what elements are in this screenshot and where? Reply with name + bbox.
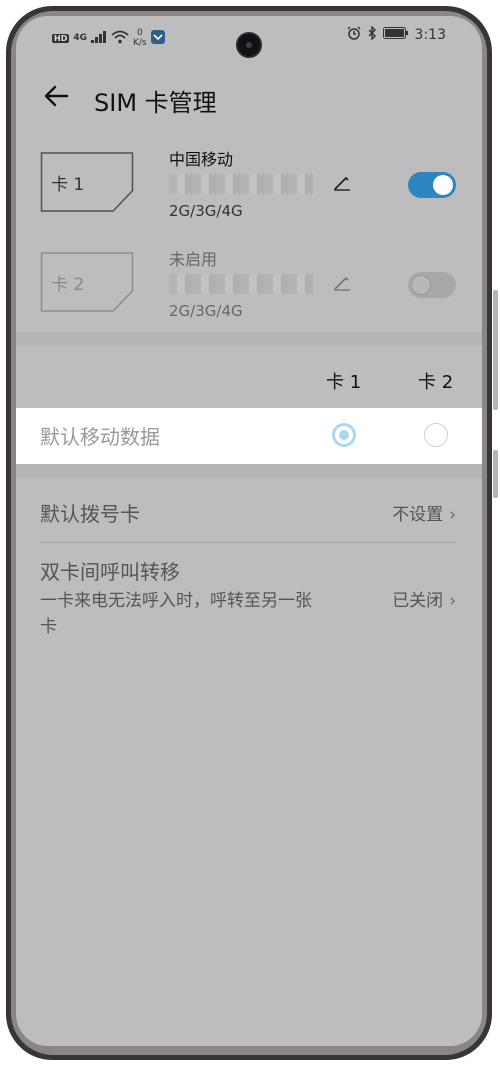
sim-1-network: 2G/3G/4G (169, 202, 243, 220)
clock: 3:13 (414, 27, 446, 43)
setting-value-text: 不设置 (392, 505, 444, 525)
setting-title: 默认拨号卡 (40, 502, 140, 526)
sim-1-number-redacted (169, 174, 313, 194)
setting-value-text: 已关闭 (392, 591, 444, 611)
column-header-card1: 卡 1 (326, 372, 362, 393)
edit-pencil-icon[interactable] (332, 272, 352, 297)
bluetooth-icon (367, 25, 377, 44)
network-type: 4G (73, 33, 87, 43)
alarm-icon (347, 26, 361, 44)
speed-value: 0 (136, 28, 143, 38)
divider (40, 542, 456, 543)
speed-indicator: 0 K/s (133, 28, 147, 48)
speed-unit: K/s (133, 38, 147, 48)
sim-2-network: 2G/3G/4G (169, 302, 243, 320)
power-button (493, 450, 498, 498)
sim-row-1: 卡 1 中国移动 2G/3G/4G (16, 142, 482, 234)
default-data-row: 默认移动数据 (16, 408, 482, 464)
sim-2-carrier: 未启用 (169, 250, 218, 269)
section-divider (16, 332, 482, 346)
volume-button (493, 290, 498, 410)
title-bar: SIM 卡管理 (16, 74, 482, 124)
status-left: HD 4G 0 K/s (52, 28, 165, 48)
setting-subtitle: 一卡来电无法呼入时，呼转至另一张卡 (40, 591, 312, 637)
column-header-card2: 卡 2 (418, 372, 454, 393)
setting-title: 双卡间呼叫转移 (40, 560, 180, 584)
app-notification-icon (150, 29, 165, 47)
sim-2-label: 卡 2 (51, 275, 85, 295)
sim-2-number-redacted (169, 274, 313, 294)
chevron-right-icon: › (449, 505, 456, 525)
battery-icon (382, 27, 409, 43)
sim-1-carrier: 中国移动 (169, 150, 234, 169)
back-arrow-icon[interactable] (42, 82, 70, 116)
section-divider (16, 464, 482, 478)
status-right: 3:13 (347, 25, 446, 44)
sim-1-label: 卡 1 (51, 175, 85, 195)
setting-value: 不设置 › (392, 500, 456, 525)
chevron-right-icon: › (449, 591, 456, 611)
default-data-label: 默认移动数据 (40, 425, 160, 449)
wifi-icon (111, 30, 129, 47)
screen: HD 4G 0 K/s 3:13 SIM 卡管理 卡 1 中国移动 2G/3G/… (16, 16, 482, 1046)
call-forwarding-row[interactable]: 双卡间呼叫转移 一卡来电无法呼入时，呼转至另一张卡 已关闭 › (16, 556, 482, 656)
radio-card1[interactable] (332, 423, 356, 447)
sim-row-2: 卡 2 未启用 2G/3G/4G (16, 242, 482, 334)
edit-pencil-icon[interactable] (332, 172, 352, 197)
setting-value: 已关闭 › (392, 586, 456, 611)
sim-2-toggle[interactable] (408, 272, 456, 298)
hd-badge: HD (52, 33, 70, 43)
sim-1-toggle[interactable] (408, 172, 456, 198)
radio-card2[interactable] (424, 423, 448, 447)
default-dial-card-row[interactable]: 默认拨号卡 不设置 › (16, 494, 482, 542)
front-camera (236, 32, 262, 58)
signal-icon (91, 30, 107, 46)
toggle-knob (411, 275, 431, 295)
toggle-knob (433, 175, 453, 195)
page-title: SIM 卡管理 (94, 89, 217, 117)
